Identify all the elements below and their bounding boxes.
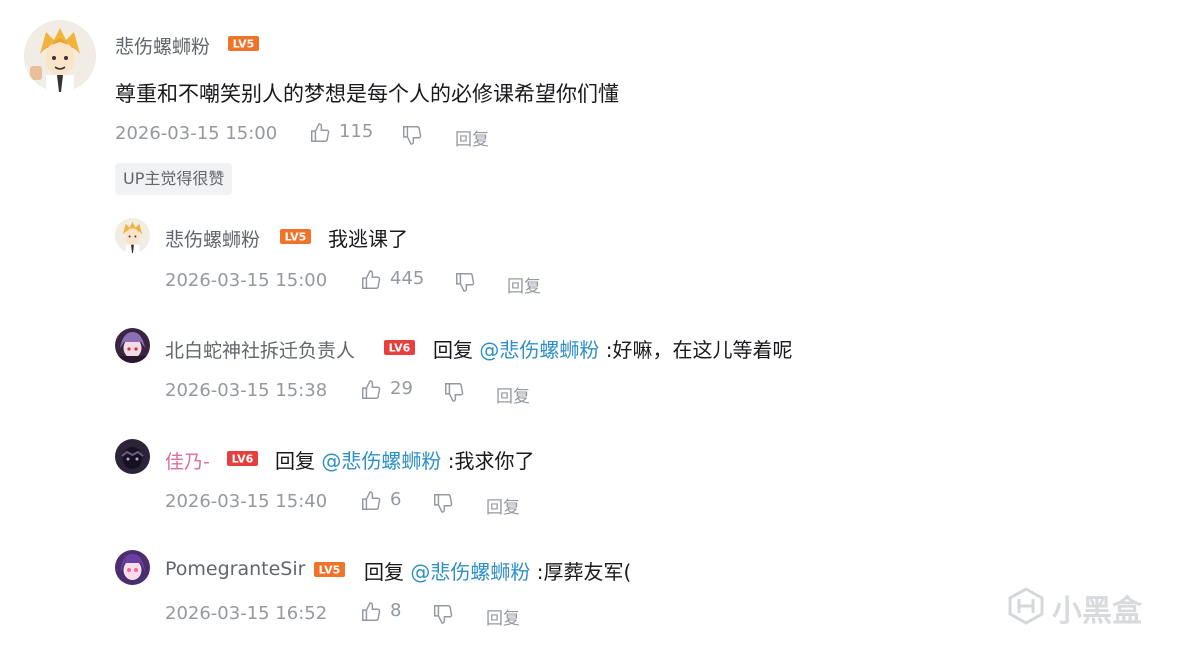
avatar[interactable] [115,439,150,474]
like-count: 445 [390,268,425,289]
username[interactable]: 佳乃- [165,447,210,474]
reply-button[interactable]: 回复 [455,125,489,150]
like-icon[interactable] [360,269,382,295]
username[interactable]: PomegranteSir [165,558,305,580]
dislike-icon[interactable] [401,124,423,150]
comment-text: 尊重和不嘲笑别人的梦想是每个人的必修课希望你们懂 [115,82,619,106]
avatar[interactable] [24,20,96,92]
level-text: LV5 [233,38,255,51]
username[interactable]: 悲伤螺蛳粉 [165,225,260,252]
reply-text: 我逃课了 [328,227,408,251]
reply-button[interactable]: 回复 [496,382,530,407]
like-count: 8 [390,600,402,621]
like-count: 6 [390,489,402,510]
mention-link[interactable]: @悲伤螺蛳粉 [321,449,441,473]
timestamp: 2026-03-15 15:00 [115,123,278,144]
level-text: LV6 [232,453,254,466]
timestamp: 2026-03-15 15:38 [165,380,328,401]
level-text: LV5 [319,564,341,577]
level-text: LV5 [285,231,307,244]
reply-button[interactable]: 回复 [486,604,520,629]
username[interactable]: 北白蛇神社拆迁负责人 [165,336,355,363]
avatar[interactable] [115,328,150,363]
reply-text: :厚葬友军( [536,560,632,584]
like-icon[interactable] [309,122,331,148]
dislike-icon[interactable] [454,271,476,297]
level-badge: LV5 [228,36,259,55]
reply-prefix: 回复 [364,560,404,584]
reply-prefix: 回复 [433,338,473,362]
watermark-text: 小黑盒 [1052,594,1142,629]
heybox-logo-icon [1006,586,1046,630]
timestamp: 2026-03-15 15:00 [165,270,328,291]
like-count: 29 [390,378,413,399]
up-liked-badge: UP主觉得很赞 [115,163,233,195]
like-icon[interactable] [360,490,382,516]
level-badge: LV6 [227,451,258,470]
dislike-icon[interactable] [432,492,454,518]
reply-text: :好嘛，在这儿等着呢 [605,338,793,362]
mention-link[interactable]: @悲伤螺蛳粉 [479,338,599,362]
level-badge: LV6 [384,340,415,359]
timestamp: 2026-03-15 16:52 [165,603,328,624]
username[interactable]: 悲伤螺蛳粉 [115,32,210,59]
avatar[interactable] [115,218,150,253]
reply-button[interactable]: 回复 [486,493,520,518]
reply-line: 回复 @悲伤螺蛳粉 :好嘛，在这儿等着呢 [433,334,792,363]
mention-link[interactable]: @悲伤螺蛳粉 [410,560,530,584]
timestamp: 2026-03-15 15:40 [165,491,328,512]
watermark: 小黑盒 [1006,586,1142,630]
reply-text: :我求你了 [447,449,535,473]
level-badge: LV5 [314,562,345,581]
like-icon[interactable] [360,601,382,627]
reply-prefix: 回复 [275,449,315,473]
reply-line: 回复 @悲伤螺蛳粉 :厚葬友军( [364,556,631,585]
avatar[interactable] [115,550,150,585]
reply-line: 回复 @悲伤螺蛳粉 :我求你了 [275,445,534,474]
level-text: LV6 [389,342,411,355]
dislike-icon[interactable] [443,381,465,407]
like-icon[interactable] [360,379,382,405]
reply-button[interactable]: 回复 [507,272,541,297]
like-count: 115 [339,121,374,142]
level-badge: LV5 [280,229,311,248]
dislike-icon[interactable] [432,603,454,629]
